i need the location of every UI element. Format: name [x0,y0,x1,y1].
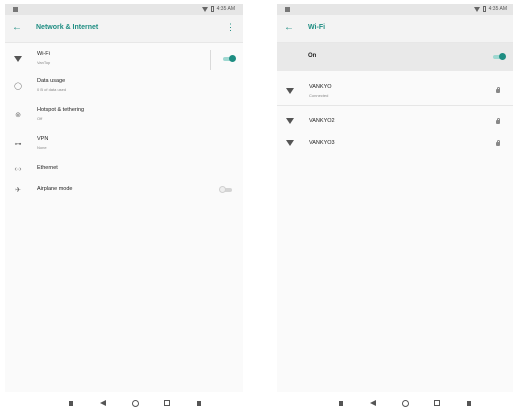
divider [277,105,513,106]
hotspot-row[interactable]: ⊚ Hotspot & tethering Off [5,103,243,125]
status-time: 4:35 AM [216,6,235,12]
volume-up-icon[interactable] [453,400,485,406]
page-title: Network & Internet [36,24,99,31]
page-title: Wi-Fi [308,24,326,31]
wifi-on-label: On [308,53,317,59]
setting-title: Wi-Fi [37,51,50,57]
setting-subtitle: 0 B of data used [37,87,67,92]
home-icon[interactable] [389,399,421,407]
wifi-screen: 4:35 AM ← Wi-Fi On VANKYO Connected VANK… [277,4,513,392]
back-arrow-icon[interactable]: ← [284,22,294,34]
wifi-master-switch-bar[interactable]: On [277,43,513,71]
data-usage-row[interactable]: ◯ Data usage 0 B of data used [5,74,243,96]
data-usage-icon: ◯ [14,83,22,90]
airplane-mode-row[interactable]: ✈ Airplane mode [5,181,243,199]
wifi-status-icon [201,6,208,12]
wifi-toggle[interactable] [222,55,236,62]
setting-title: Data usage [37,78,66,84]
wifi-master-toggle[interactable] [492,53,506,60]
app-bar: ← Wi-Fi [277,15,513,43]
hotspot-icon: ⊚ [15,112,21,119]
setting-subtitle: Off [37,116,43,121]
back-arrow-icon[interactable]: ← [12,22,22,34]
setting-title: Airplane mode [37,186,73,192]
setting-subtitle: VanTop [37,60,51,65]
recents-icon[interactable] [421,400,453,406]
setting-subtitle: None [37,145,47,150]
wifi-icon [13,54,23,64]
wifi-signal-icon [285,86,295,96]
wifi-setting-row[interactable]: Wi-Fi VanTop [5,44,243,72]
network-name: VANKYO2 [309,118,335,124]
home-icon[interactable] [119,399,151,407]
navigation-bar [325,396,485,410]
vpn-key-icon: ⊶ [14,141,22,148]
network-name: VANKYO3 [309,140,335,146]
ethernet-icon: ‹·› [14,165,22,173]
recents-icon[interactable] [151,400,183,406]
status-bar: 4:35 AM [5,4,243,15]
vpn-row[interactable]: ⊶ VPN None [5,132,243,154]
ethernet-row[interactable]: ‹·› Ethernet [5,160,243,178]
network-item[interactable]: VANKYO3 [277,135,513,151]
volume-down-icon[interactable] [325,400,357,406]
network-name: VANKYO [309,84,332,90]
wifi-signal-icon [285,116,295,126]
network-internet-screen: 4:35 AM ← Network & Internet ⋮ Wi-Fi Van… [5,4,243,392]
notification-icon [13,7,18,12]
battery-icon [210,6,214,12]
setting-title: Ethernet [37,165,58,171]
battery-icon [482,6,486,12]
airplane-icon: ✈ [15,187,21,194]
back-nav-icon[interactable] [87,400,119,406]
status-bar: 4:35 AM [277,4,513,15]
overflow-menu-icon[interactable]: ⋮ [226,22,235,33]
setting-title: VPN [37,136,49,142]
back-nav-icon[interactable] [357,400,389,406]
setting-title: Hotspot & tethering [37,107,85,113]
volume-down-icon[interactable] [55,400,87,406]
wifi-status-icon [473,6,480,12]
navigation-bar [55,396,215,410]
lock-icon [496,87,500,93]
divider [210,50,211,70]
wifi-signal-icon [285,138,295,148]
status-time: 4:35 AM [488,6,507,12]
network-item[interactable]: VANKYO2 [277,113,513,129]
airplane-mode-toggle[interactable] [219,186,233,193]
network-status: Connected [309,93,329,98]
notification-icon [285,7,290,12]
app-bar: ← Network & Internet ⋮ [5,15,243,43]
network-item[interactable]: VANKYO Connected [277,78,513,104]
volume-up-icon[interactable] [183,400,215,406]
lock-icon [496,118,500,124]
lock-icon [496,140,500,146]
